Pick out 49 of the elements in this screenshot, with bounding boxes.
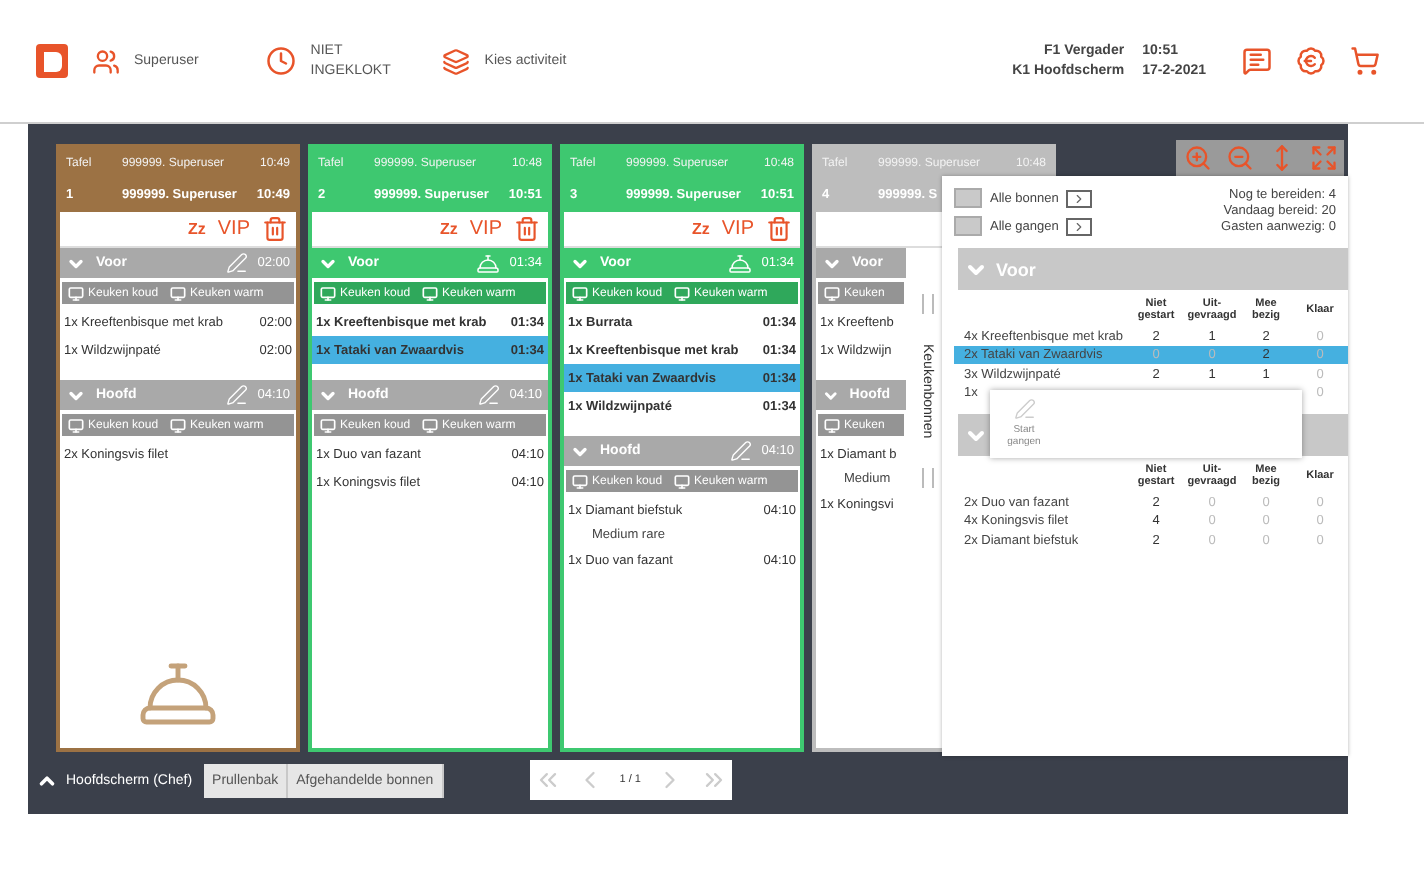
grip-icon — [921, 467, 933, 488]
pencil-icon — [225, 252, 248, 274]
logo-icon[interactable] — [36, 44, 68, 78]
snooze-button[interactable]: Zz — [187, 220, 206, 238]
next-button[interactable] — [1066, 217, 1093, 235]
order-card[interactable] — [308, 144, 552, 752]
bell-icon — [475, 251, 500, 275]
message-icon[interactable] — [1242, 46, 1272, 76]
monitor-icon — [320, 285, 336, 301]
checkbox[interactable] — [954, 216, 982, 236]
trash-icon[interactable] — [514, 216, 540, 242]
monitor-icon — [674, 285, 691, 301]
users-icon[interactable] — [92, 47, 120, 75]
clock-icon[interactable] — [266, 46, 297, 76]
monitor-icon — [824, 285, 840, 301]
pencil-icon — [1013, 398, 1035, 421]
monitor-icon — [320, 417, 336, 433]
checkbox[interactable] — [954, 188, 982, 208]
pencil-icon — [477, 384, 500, 406]
order-card[interactable] — [560, 144, 804, 752]
vip-button[interactable]: VIP — [721, 218, 754, 240]
cart-icon[interactable] — [1350, 46, 1380, 76]
layers-icon[interactable] — [442, 47, 471, 75]
pencil-icon — [729, 440, 752, 462]
monitor-icon — [170, 285, 187, 301]
monitor-icon — [68, 285, 84, 301]
expand-icon[interactable] — [1309, 144, 1337, 172]
monitor-icon — [170, 417, 187, 433]
pencil-icon — [225, 384, 248, 406]
monitor-icon — [674, 473, 691, 489]
monitor-icon — [572, 473, 588, 489]
euro-badge-icon[interactable] — [1296, 46, 1326, 76]
snooze-button[interactable]: Zz — [691, 220, 710, 238]
zoom-in-icon[interactable] — [1183, 144, 1211, 172]
monitor-icon — [422, 285, 439, 301]
grip-icon — [921, 294, 933, 314]
monitor-icon — [68, 417, 84, 433]
trash-icon[interactable] — [766, 216, 792, 242]
monitor-icon — [572, 285, 588, 301]
zoom-out-icon[interactable] — [1225, 144, 1253, 172]
next-button[interactable] — [1066, 189, 1093, 207]
snooze-button[interactable]: Zz — [439, 220, 458, 238]
trash-icon[interactable] — [262, 216, 288, 242]
order-card[interactable] — [56, 144, 300, 752]
monitor-icon — [422, 417, 439, 433]
vip-button[interactable]: VIP — [217, 218, 250, 240]
monitor-icon — [824, 417, 840, 433]
vip-button[interactable]: VIP — [469, 218, 502, 240]
bell-icon — [727, 251, 752, 275]
